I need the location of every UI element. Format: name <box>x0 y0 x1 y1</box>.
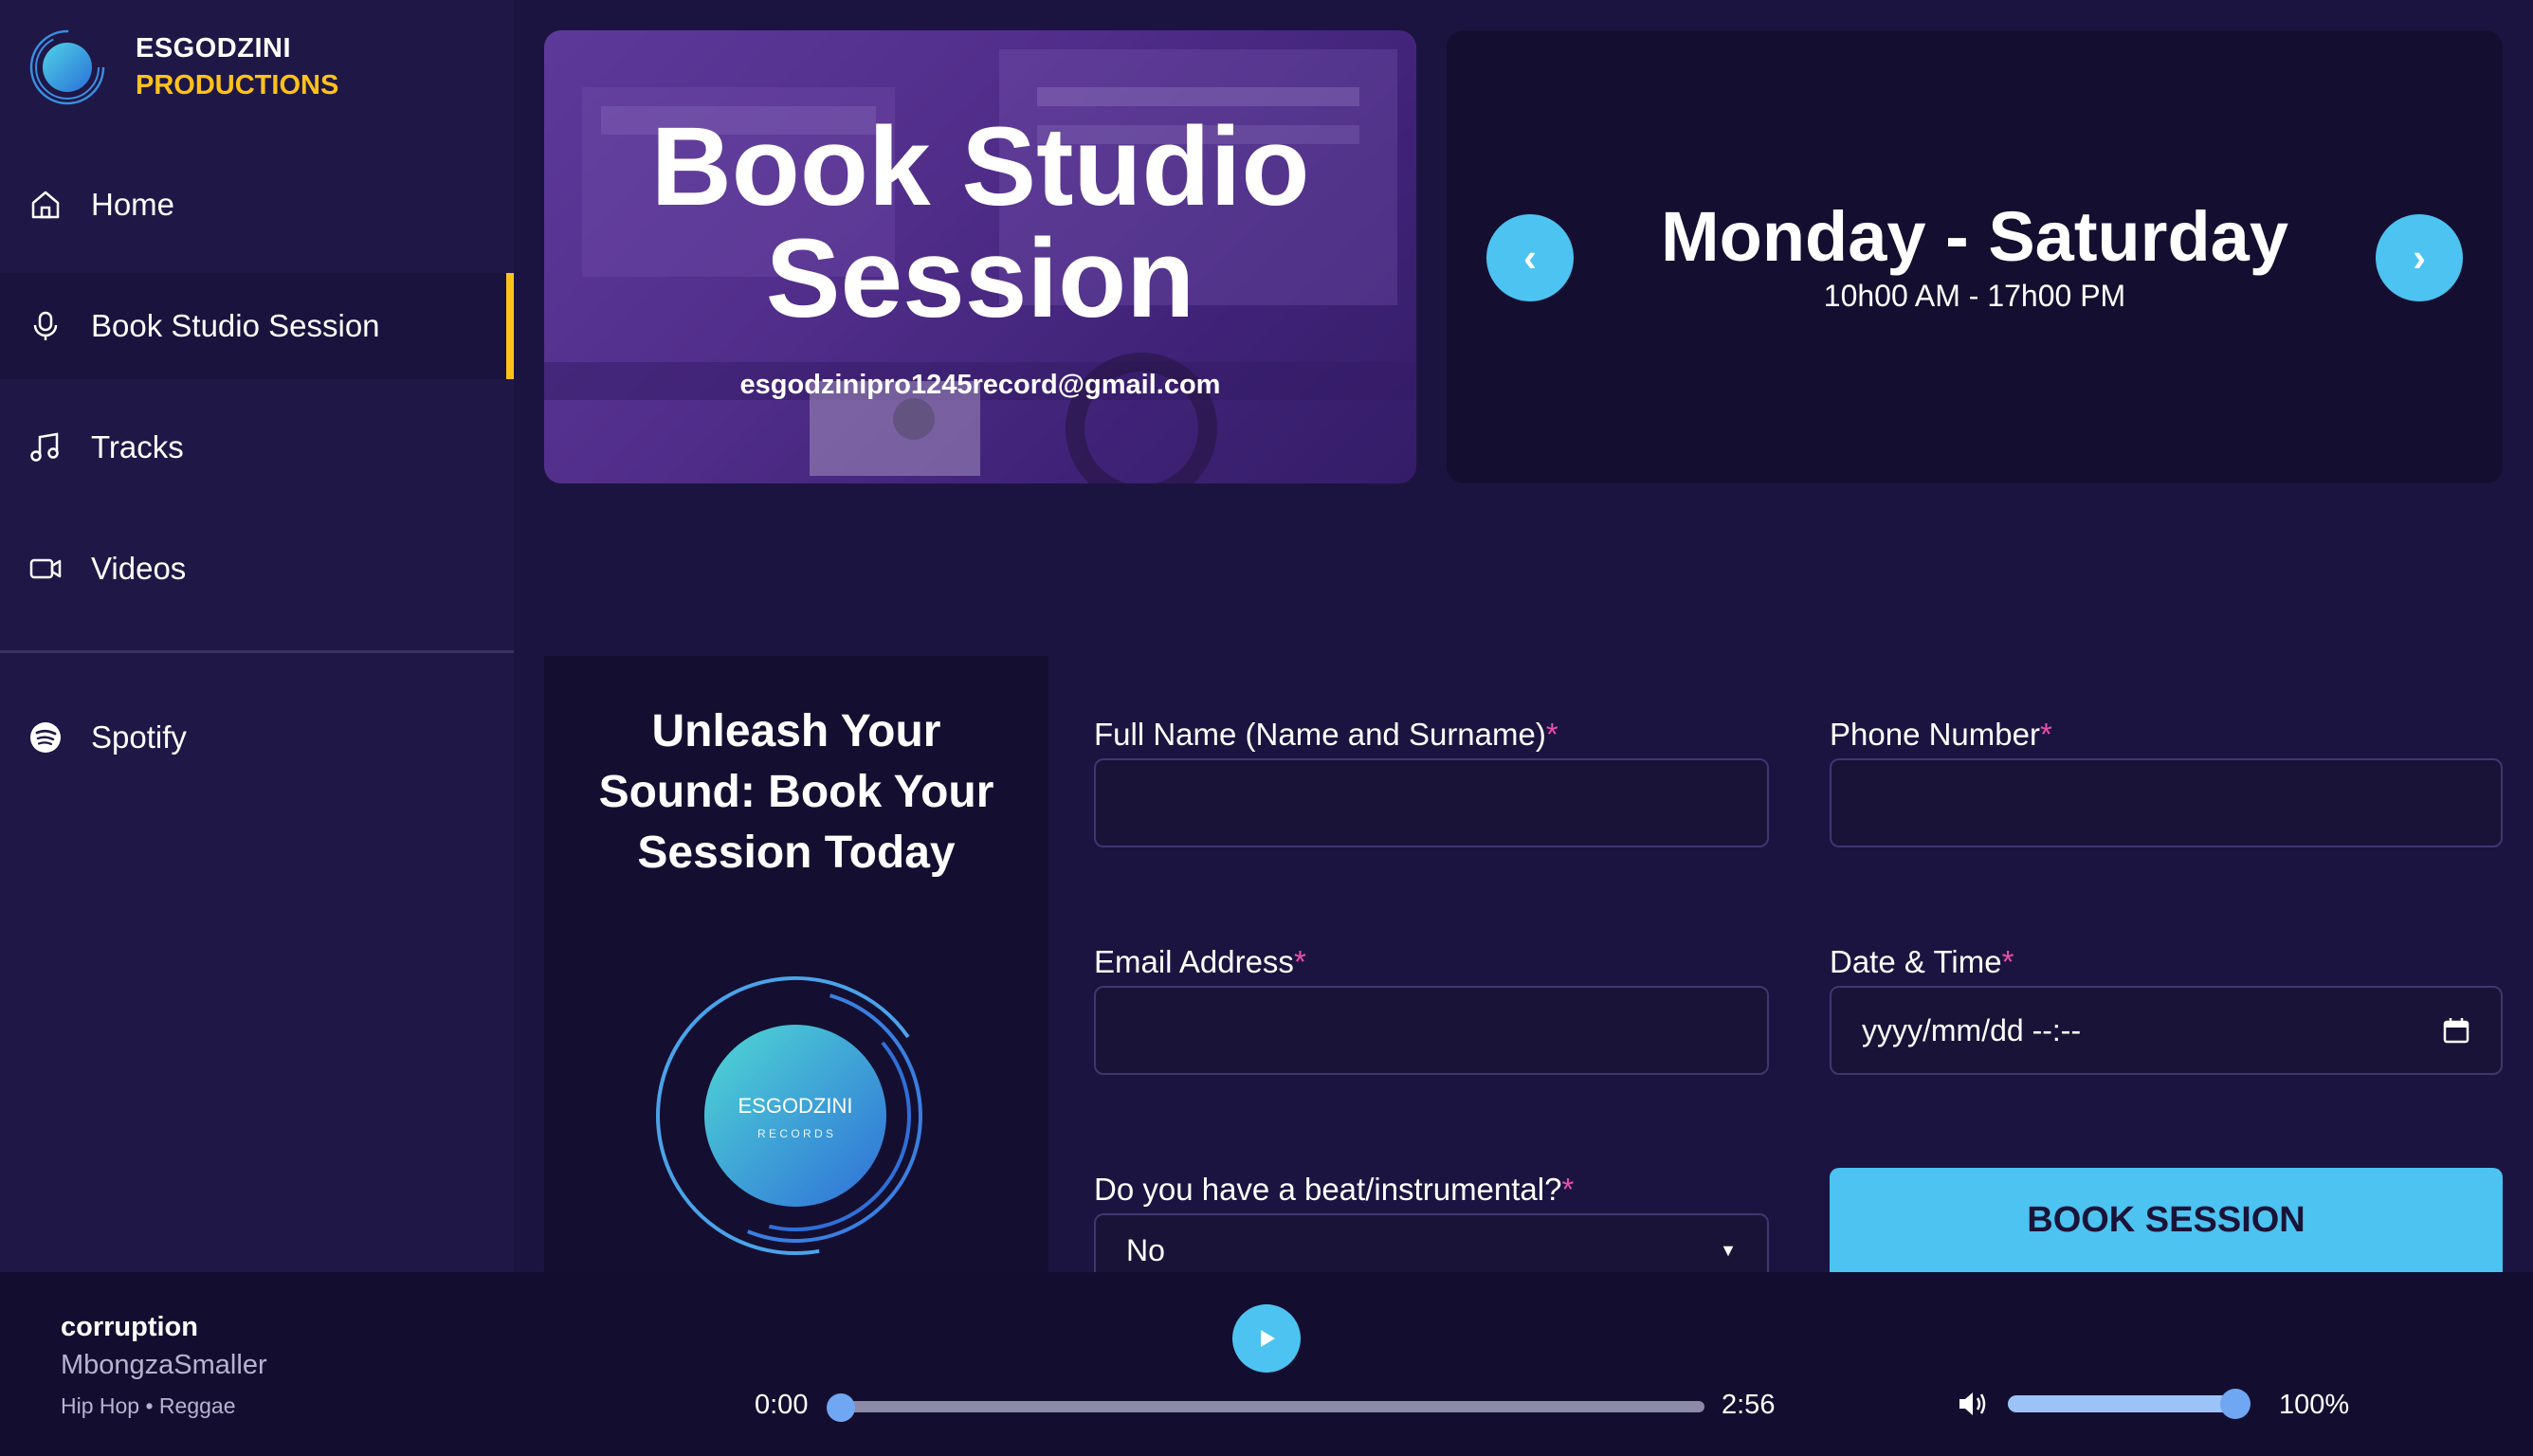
spotify-icon <box>30 722 61 753</box>
hero-banner: Book Studio Session esgodzinipro1245reco… <box>544 30 1416 483</box>
caret-down-icon: ▼ <box>1720 1240 1737 1260</box>
track-genre: Hip Hop • Reggae <box>61 1393 236 1418</box>
beat-label: Do you have a beat/instrumental?* <box>1094 1172 1575 1207</box>
sidebar-item-label: Home <box>91 187 175 222</box>
sidebar-item-book-studio-session[interactable]: Book Studio Session <box>0 273 514 379</box>
total-time: 2:56 <box>1722 1390 1776 1420</box>
home-icon <box>31 191 60 219</box>
current-time: 0:00 <box>755 1390 809 1420</box>
volume-handle[interactable] <box>2220 1389 2251 1419</box>
full-name-label: Full Name (Name and Surname)* <box>1094 717 1558 752</box>
promo-card: Unleash Your Sound: Book Your Session To… <box>544 656 1048 1272</box>
next-button[interactable]: › <box>2376 214 2463 301</box>
sidebar-item-label: Book Studio Session <box>91 308 380 343</box>
play-icon <box>1261 1330 1275 1347</box>
sidebar-divider <box>0 650 514 653</box>
calendar-icon[interactable] <box>2442 1016 2470 1045</box>
progress-bar[interactable] <box>840 1401 1704 1412</box>
track-artist[interactable]: MbongzaSmaller <box>61 1350 267 1381</box>
email-input[interactable] <box>1094 986 1769 1075</box>
beat-select-value: No <box>1126 1232 1165 1267</box>
chevron-right-icon: › <box>2413 235 2426 280</box>
brand-logo[interactable] <box>28 28 106 106</box>
schedule-card: ‹ Monday - Saturday 10h00 AM - 17h00 PM … <box>1447 30 2503 483</box>
logo-text: ESGODZINI <box>738 1094 852 1118</box>
sidebar-item-label: Spotify <box>91 719 187 755</box>
sidebar-item-spotify[interactable]: Spotify <box>0 684 514 791</box>
volume-percent: 100% <box>2279 1390 2350 1420</box>
sidebar-item-videos[interactable]: Videos <box>0 516 514 622</box>
sidebar-item-label: Videos <box>91 551 187 586</box>
records-logo: ESGODZINI R E C O R D S <box>656 976 935 1255</box>
hero-title: Book Studio Session <box>650 104 1310 341</box>
sidebar-item-tracks[interactable]: Tracks <box>0 394 514 500</box>
brand-subtitle: PRODUCTIONS <box>136 70 339 100</box>
promo-title: Unleash Your Sound: Book Your Session To… <box>598 706 994 878</box>
brand-name: ESGODZINI <box>136 33 292 64</box>
phone-label: Phone Number* <box>1830 717 2052 752</box>
email-label: Email Address* <box>1094 944 1306 979</box>
datetime-placeholder: yyyy/mm/dd --:-- <box>1862 1012 2082 1047</box>
datetime-label: Date & Time* <box>1830 944 2014 979</box>
volume-icon[interactable] <box>1957 1390 1989 1418</box>
sidebar-item-label: Tracks <box>91 429 184 464</box>
schedule-days: Monday - Saturday <box>1661 197 2288 276</box>
full-name-input[interactable] <box>1094 758 1769 847</box>
beat-select[interactable]: No ▼ <box>1094 1213 1769 1272</box>
book-session-button[interactable]: BOOK SESSION <box>1830 1168 2503 1272</box>
music-note-icon <box>30 432 59 462</box>
sidebar-item-home[interactable]: Home <box>0 152 514 258</box>
phone-input[interactable] <box>1830 758 2503 847</box>
volume-slider[interactable] <box>2008 1395 2235 1412</box>
schedule-hours: 10h00 AM - 17h00 PM <box>1823 279 2126 313</box>
microphone-icon <box>33 311 58 340</box>
datetime-input[interactable]: yyyy/mm/dd --:-- <box>1830 986 2503 1075</box>
progress-handle[interactable] <box>827 1393 855 1422</box>
track-title: corruption <box>61 1312 198 1342</box>
play-button[interactable] <box>1232 1304 1301 1373</box>
logo-subtext: R E C O R D S <box>757 1127 833 1140</box>
contact-email[interactable]: esgodzinipro1245record@gmail.com <box>544 370 1416 401</box>
video-camera-icon <box>29 558 62 579</box>
